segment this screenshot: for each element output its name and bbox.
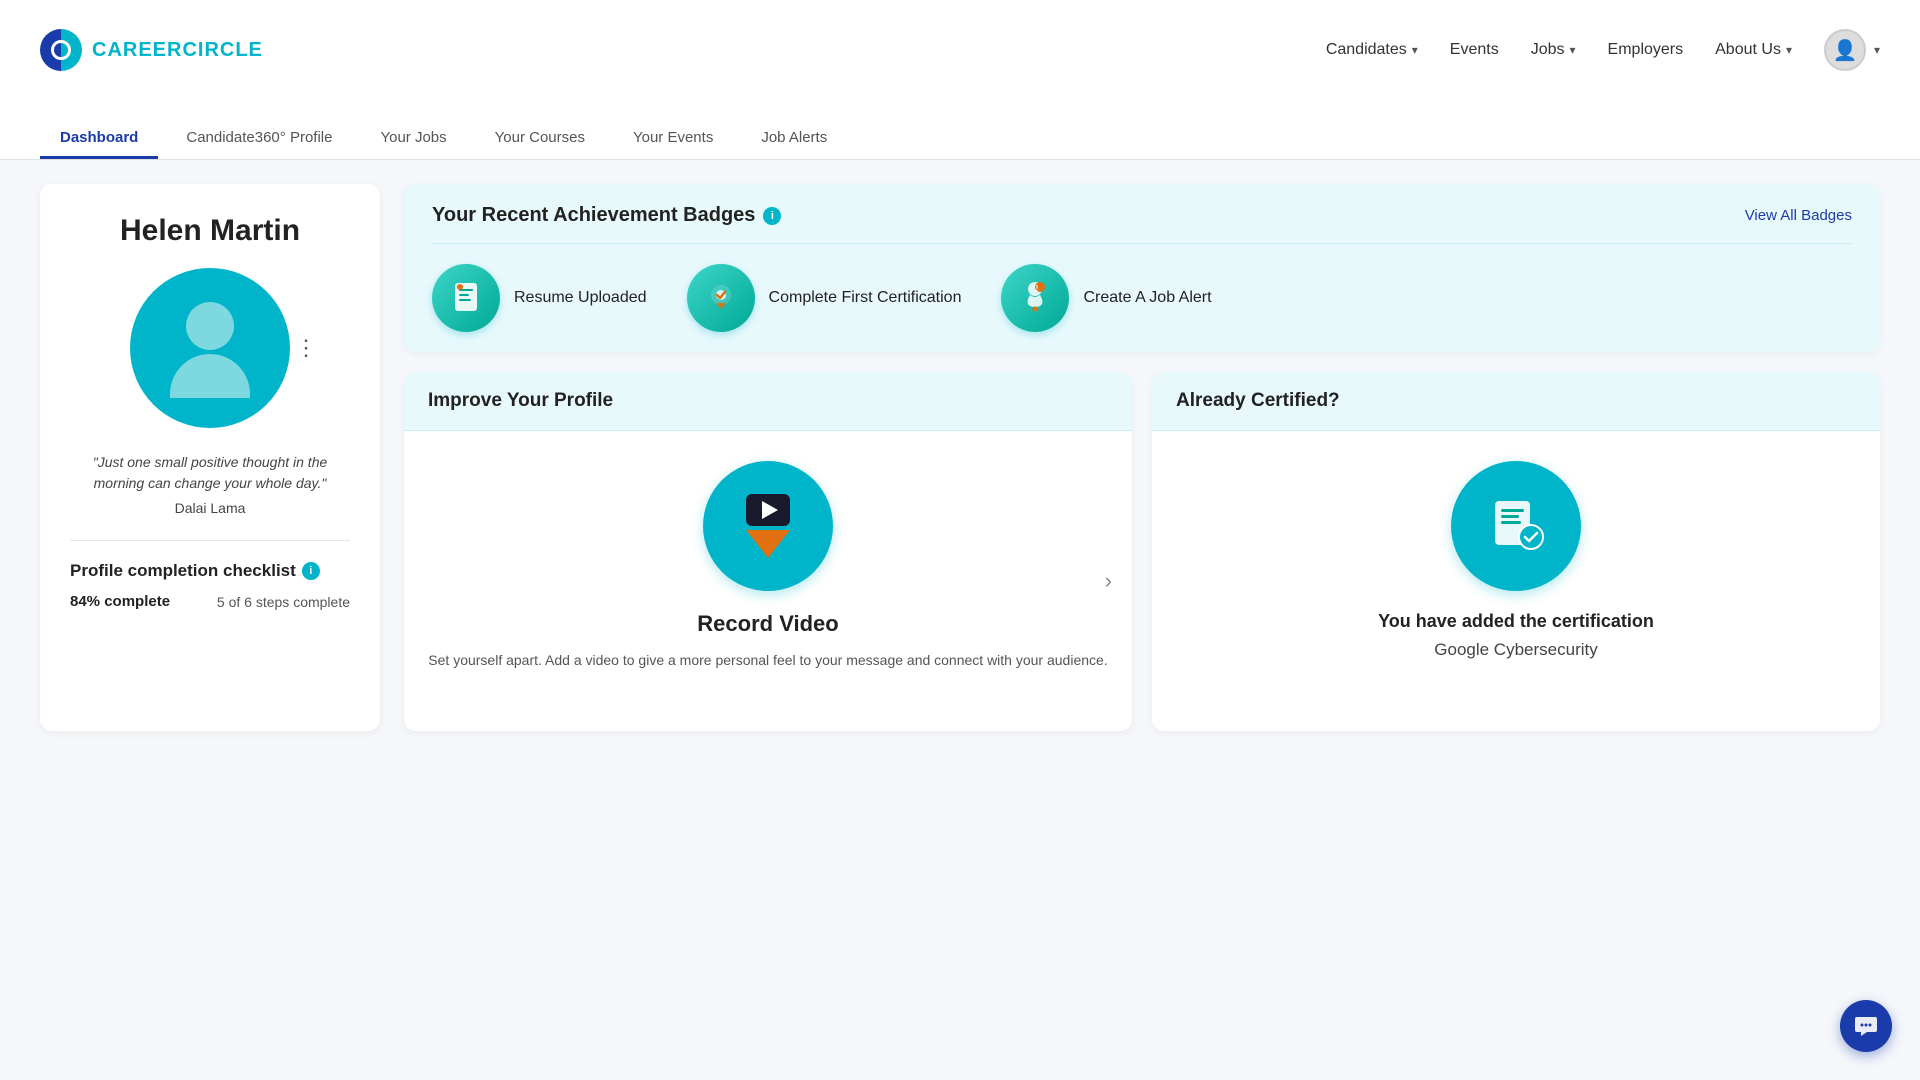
badge-alert-label: Create A Job Alert [1083, 289, 1211, 307]
resume-svg-icon [447, 279, 485, 317]
nav-events[interactable]: Events [1450, 41, 1499, 59]
play-button-icon [746, 494, 790, 526]
nav-jobs[interactable]: Jobs ▾ [1531, 41, 1576, 59]
certified-card-body: You have added the certification Google … [1152, 431, 1880, 731]
badge-resume-icon [432, 264, 500, 332]
checklist-progress: 84% complete 5 of 6 steps complete [70, 593, 350, 610]
progress-steps: 5 of 6 steps complete [217, 594, 350, 610]
svg-text:!: ! [1036, 284, 1039, 293]
chat-icon [1853, 1013, 1879, 1039]
badge-alert-icon: ! [1001, 264, 1069, 332]
view-all-badges-link[interactable]: View All Badges [1745, 207, 1852, 224]
record-video-desc: Set yourself apart. Add a video to give … [428, 649, 1107, 671]
progress-percent: 84% complete [70, 593, 170, 610]
badges-divider [432, 243, 1852, 244]
badge-cert-icon [687, 264, 755, 332]
chat-bubble-button[interactable] [1840, 1000, 1892, 1052]
tab-your-events[interactable]: Your Events [613, 115, 733, 159]
camera-stand-icon [746, 530, 790, 558]
avatar-body [170, 354, 250, 398]
avatar-head [186, 302, 234, 350]
more-options-icon[interactable]: ⋮ [295, 335, 318, 361]
divider [70, 540, 350, 541]
nav-employers[interactable]: Employers [1608, 41, 1684, 59]
next-arrow-icon[interactable]: › [1105, 568, 1112, 594]
certified-icon [1451, 461, 1581, 591]
certified-svg-icon [1481, 491, 1551, 561]
about-chevron-icon: ▾ [1786, 43, 1792, 57]
avatar-chevron-icon: ▾ [1874, 43, 1880, 57]
checklist-info-icon[interactable]: i [302, 562, 320, 580]
badges-info-icon[interactable]: i [763, 207, 781, 225]
improve-profile-card: Improve Your Profile › Record Video Set … [404, 372, 1132, 731]
navbar: CAREERCIRCLE Candidates ▾ Events Jobs ▾ … [0, 0, 1920, 100]
avatar [130, 268, 290, 428]
improve-card-header: Improve Your Profile [404, 372, 1132, 431]
tab-your-jobs[interactable]: Your Jobs [360, 115, 466, 159]
logo-icon [40, 29, 82, 71]
main-content: Helen Martin ⋮ "Just one small positive … [0, 160, 1920, 755]
record-video-icon [703, 461, 833, 591]
tab-job-alerts[interactable]: Job Alerts [741, 115, 847, 159]
candidates-chevron-icon: ▾ [1412, 43, 1418, 57]
nav-candidates[interactable]: Candidates ▾ [1326, 41, 1418, 59]
play-triangle-icon [762, 501, 778, 519]
badge-resume-label: Resume Uploaded [514, 289, 647, 307]
cert-name: Google Cybersecurity [1434, 640, 1597, 660]
checklist-section: Profile completion checklist i 84% compl… [70, 561, 350, 610]
already-certified-card: Already Certified? You have added the ce… [1152, 372, 1880, 731]
nav-about-us[interactable]: About Us ▾ [1715, 41, 1792, 59]
quote-author: Dalai Lama [175, 500, 246, 516]
badges-header: Your Recent Achievement Badges i View Al… [432, 204, 1852, 227]
badges-list: Resume Uploaded Complete First Certifica… [432, 264, 1852, 332]
logo-inner-circle [51, 40, 71, 60]
jobs-chevron-icon: ▾ [1570, 43, 1576, 57]
badges-card: Your Recent Achievement Badges i View Al… [404, 184, 1880, 352]
left-panel: Helen Martin ⋮ "Just one small positive … [40, 184, 380, 731]
bottom-row: Improve Your Profile › Record Video Set … [404, 372, 1880, 731]
tab-dashboard[interactable]: Dashboard [40, 115, 158, 159]
tabs-bar: Dashboard Candidate360° Profile Your Job… [0, 100, 1920, 160]
improve-card-body: › Record Video Set yourself apart. Add a… [404, 431, 1132, 731]
badge-certification: Complete First Certification [687, 264, 962, 332]
badge-job-alert: ! Create A Job Alert [1001, 264, 1211, 332]
avatar-person-icon [160, 298, 260, 398]
checklist-title: Profile completion checklist i [70, 561, 350, 581]
quote-text: "Just one small positive thought in the … [70, 452, 350, 494]
tab-your-courses[interactable]: Your Courses [475, 115, 605, 159]
logo-text: CAREERCIRCLE [92, 39, 263, 62]
user-avatar-button[interactable]: 👤 [1824, 29, 1866, 71]
user-name: Helen Martin [120, 214, 300, 248]
nav-avatar-area: 👤 ▾ [1824, 29, 1880, 71]
cert-svg-icon [702, 279, 740, 317]
avatar-wrap: ⋮ [130, 268, 290, 428]
alert-svg-icon: ! [1016, 279, 1054, 317]
badge-cert-label: Complete First Certification [769, 289, 962, 307]
badges-title: Your Recent Achievement Badges i [432, 204, 781, 227]
logo[interactable]: CAREERCIRCLE [40, 29, 263, 71]
tab-candidate360[interactable]: Candidate360° Profile [166, 115, 352, 159]
certified-desc: You have added the certification [1378, 611, 1654, 632]
badge-resume: Resume Uploaded [432, 264, 647, 332]
certified-card-header: Already Certified? [1152, 372, 1880, 431]
nav-links: Candidates ▾ Events Jobs ▾ Employers Abo… [1326, 29, 1880, 71]
video-icon-inner [746, 494, 790, 558]
record-video-title: Record Video [697, 611, 838, 637]
right-panel: Your Recent Achievement Badges i View Al… [404, 184, 1880, 731]
